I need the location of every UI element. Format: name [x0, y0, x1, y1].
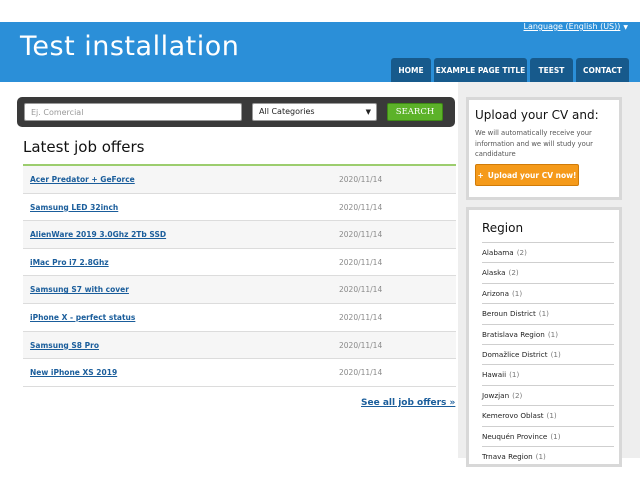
region-count: (1) — [546, 411, 557, 421]
region-count: (2) — [512, 390, 523, 400]
upload-cv-button-label: Upload your CV now! — [487, 170, 577, 180]
region-count: (1) — [535, 452, 546, 461]
region-count: (1) — [547, 329, 558, 339]
region-name[interactable]: Neuquén Province — [482, 432, 547, 441]
region-panel: Region Alabama (2) Alaska (2) Arizona (1) B… — [466, 207, 622, 467]
search-input[interactable] — [24, 103, 242, 121]
job-row: iPhone X - perfect status 2020/11/14 — [23, 304, 456, 332]
category-select[interactable]: All Categories ▼ — [252, 103, 377, 121]
job-row: Acer Predator + GeForce 2020/11/14 — [23, 166, 456, 194]
job-title-link[interactable]: Samsung S8 Pro — [30, 341, 99, 350]
region-name[interactable]: Hawaii — [482, 370, 506, 379]
job-row: Samsung S7 with cover 2020/11/14 — [23, 276, 456, 304]
region-count: (2) — [508, 268, 519, 278]
latest-jobs-heading: Latest job offers — [23, 138, 145, 156]
region-name[interactable]: Kemerovo Oblast — [482, 411, 544, 420]
job-row: New iPhone XS 2019 2020/11/14 — [23, 359, 456, 387]
job-date: 2020/11/14 — [339, 257, 383, 267]
region-item[interactable]: Beroun District (1) — [482, 303, 614, 323]
upload-cv-panel: Upload your CV and: We will automaticall… — [466, 97, 622, 200]
see-all-jobs-link[interactable]: See all job offers » — [361, 398, 455, 408]
job-title-link[interactable]: iPhone X - perfect status — [30, 313, 135, 322]
region-count: (1) — [538, 309, 549, 319]
job-title-link[interactable]: iMac Pro i7 2.8Ghz — [30, 258, 109, 267]
region-name[interactable]: Beroun District — [482, 309, 536, 318]
region-item[interactable]: Bratislava Region (1) — [482, 323, 614, 344]
nav-example-page-title[interactable]: EXAMPLE PAGE TITLE — [434, 58, 527, 82]
job-date: 2020/11/14 — [339, 230, 383, 240]
job-row: AlienWare 2019 3.0Ghz 2Tb SSD 2020/11/14 — [23, 221, 456, 249]
region-item[interactable]: Neuquén Province (1) — [482, 425, 614, 446]
region-name[interactable]: Domažlice District — [482, 350, 548, 359]
region-name[interactable]: Trnava Region — [482, 452, 533, 461]
job-date: 2020/11/14 — [339, 368, 383, 378]
job-date: 2020/11/14 — [339, 202, 383, 212]
job-row: iMac Pro i7 2.8Ghz 2020/11/14 — [23, 249, 456, 277]
region-item[interactable]: Kemerovo Oblast (1) — [482, 405, 614, 425]
plus-icon: + — [477, 170, 484, 180]
upload-cv-description: We will automatically receive your infor… — [475, 129, 593, 158]
job-row: Samsung S8 Pro 2020/11/14 — [23, 331, 456, 360]
region-name[interactable]: Alaska — [482, 268, 506, 277]
region-name[interactable]: Bratislava Region — [482, 330, 545, 339]
nav-contact[interactable]: CONTACT — [576, 58, 629, 82]
region-count: (1) — [550, 350, 561, 359]
region-count: (1) — [509, 370, 520, 380]
region-item[interactable]: Trnava Region (1) — [482, 446, 614, 464]
job-title-link[interactable]: AlienWare 2019 3.0Ghz 2Tb SSD — [30, 230, 166, 239]
region-item[interactable]: Hawaii (1) — [482, 364, 614, 384]
region-name[interactable]: Arizona — [482, 289, 509, 298]
language-selector[interactable]: Language (English (US)) ▼ — [524, 22, 629, 31]
caret-down-icon: ▼ — [623, 24, 628, 31]
job-title-link[interactable]: Samsung LED 32inch — [30, 203, 118, 212]
job-date: 2020/11/14 — [339, 313, 383, 322]
job-title-link[interactable]: Samsung S7 with cover — [30, 285, 129, 294]
region-item[interactable]: Domažlice District (1) — [482, 344, 614, 364]
region-item[interactable]: Alabama (2) — [482, 242, 614, 262]
main-nav: HOME EXAMPLE PAGE TITLE TEEST CONTACT — [0, 58, 640, 82]
job-title-link[interactable]: New iPhone XS 2019 — [30, 368, 117, 377]
site-header: Test installation Language (English (US)… — [0, 22, 640, 82]
region-item[interactable]: Alaska (2) — [482, 262, 614, 282]
nav-home[interactable]: HOME — [391, 58, 431, 82]
region-heading: Region — [482, 221, 524, 235]
job-title-link[interactable]: Acer Predator + GeForce — [30, 175, 135, 184]
nav-teest[interactable]: TEEST — [530, 58, 573, 82]
upload-cv-button[interactable]: + Upload your CV now! — [475, 164, 579, 186]
upload-cv-title: Upload your CV and: — [475, 108, 599, 122]
search-bar: All Categories ▼ SEARCH — [17, 97, 455, 127]
job-date: 2020/11/14 — [339, 285, 383, 295]
language-link[interactable]: Language (English (US)) — [524, 22, 621, 31]
region-item[interactable]: Arizona (1) — [482, 282, 614, 303]
category-select-value: All Categories — [259, 107, 315, 116]
job-date: 2020/11/14 — [339, 175, 383, 184]
job-row: Samsung LED 32inch 2020/11/14 — [23, 194, 456, 222]
dropdown-arrow-icon: ▼ — [365, 108, 371, 116]
search-button[interactable]: SEARCH — [387, 103, 443, 121]
region-count: (1) — [550, 431, 561, 441]
region-name[interactable]: Alabama — [482, 248, 514, 257]
job-date: 2020/11/14 — [339, 340, 383, 350]
region-count: (1) — [512, 288, 523, 298]
region-name[interactable]: Jowzjan — [482, 391, 509, 400]
region-count: (2) — [516, 248, 527, 257]
region-item[interactable]: Jowzjan (2) — [482, 384, 614, 405]
